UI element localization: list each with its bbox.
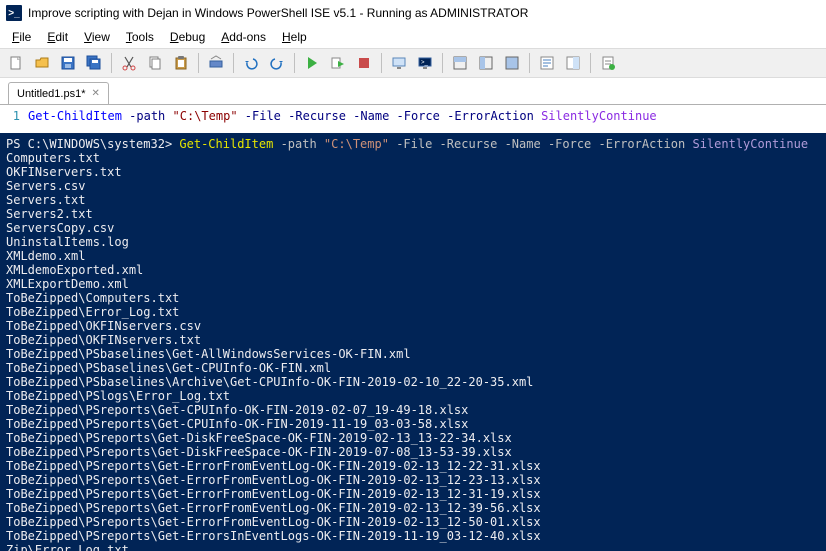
tab-untitled1[interactable]: Untitled1.ps1* ✕ [8, 82, 109, 104]
menu-edit[interactable]: Edit [39, 28, 76, 46]
menu-bar: FileEditViewToolsDebugAdd-onsHelp [0, 26, 826, 48]
layout-max-button[interactable] [500, 51, 524, 75]
run-selection-button[interactable] [326, 51, 350, 75]
tab-close-icon[interactable]: ✕ [92, 88, 100, 99]
svg-text:>_: >_ [421, 60, 429, 66]
save-all-button[interactable] [82, 51, 106, 75]
code-line[interactable]: Get-ChildItem -path "C:\Temp" -File -Rec… [28, 107, 657, 125]
menu-debug[interactable]: Debug [162, 28, 213, 46]
powershell-icon: >_ [6, 5, 22, 21]
menu-view[interactable]: View [76, 28, 118, 46]
undo-button[interactable] [239, 51, 263, 75]
copy-button[interactable] [143, 51, 167, 75]
cut-button[interactable] [117, 51, 141, 75]
new-button[interactable] [4, 51, 28, 75]
window-title: Improve scripting with Dejan in Windows … [28, 6, 528, 20]
open-button[interactable] [30, 51, 54, 75]
layout-side-button[interactable] [474, 51, 498, 75]
show-command-addon-button[interactable] [561, 51, 585, 75]
stop-button[interactable] [352, 51, 376, 75]
redo-button[interactable] [265, 51, 289, 75]
run-script-button[interactable] [300, 51, 324, 75]
layout-script-top-button[interactable] [448, 51, 472, 75]
menu-add-ons[interactable]: Add-ons [213, 28, 274, 46]
console-output: Computers.txt OKFINservers.txt Servers.c… [6, 151, 541, 551]
ise-window: >_ Improve scripting with Dejan in Windo… [0, 0, 826, 551]
console-prompt-line: PS C:\WINDOWS\system32> Get-ChildItem -p… [6, 137, 808, 151]
menu-tools[interactable]: Tools [118, 28, 162, 46]
clear-console-button[interactable] [204, 51, 228, 75]
title-bar: >_ Improve scripting with Dejan in Windo… [0, 0, 826, 26]
console-pane[interactable]: PS C:\WINDOWS\system32> Get-ChildItem -p… [0, 133, 826, 551]
save-button[interactable] [56, 51, 80, 75]
start-powershell-button[interactable]: >_ [413, 51, 437, 75]
gutter-lineno: 1 [0, 107, 28, 125]
tab-label: Untitled1.ps1* [17, 88, 86, 100]
menu-file[interactable]: File [4, 28, 39, 46]
script-editor[interactable]: 1 Get-ChildItem -path "C:\Temp" -File -R… [0, 104, 826, 133]
paste-button[interactable] [169, 51, 193, 75]
snippets-button[interactable] [596, 51, 620, 75]
tab-strip: Untitled1.ps1* ✕ [0, 78, 826, 104]
new-remote-tab-button[interactable] [387, 51, 411, 75]
show-command-button[interactable] [535, 51, 559, 75]
menu-help[interactable]: Help [274, 28, 315, 46]
toolbar: >_ [0, 48, 826, 78]
